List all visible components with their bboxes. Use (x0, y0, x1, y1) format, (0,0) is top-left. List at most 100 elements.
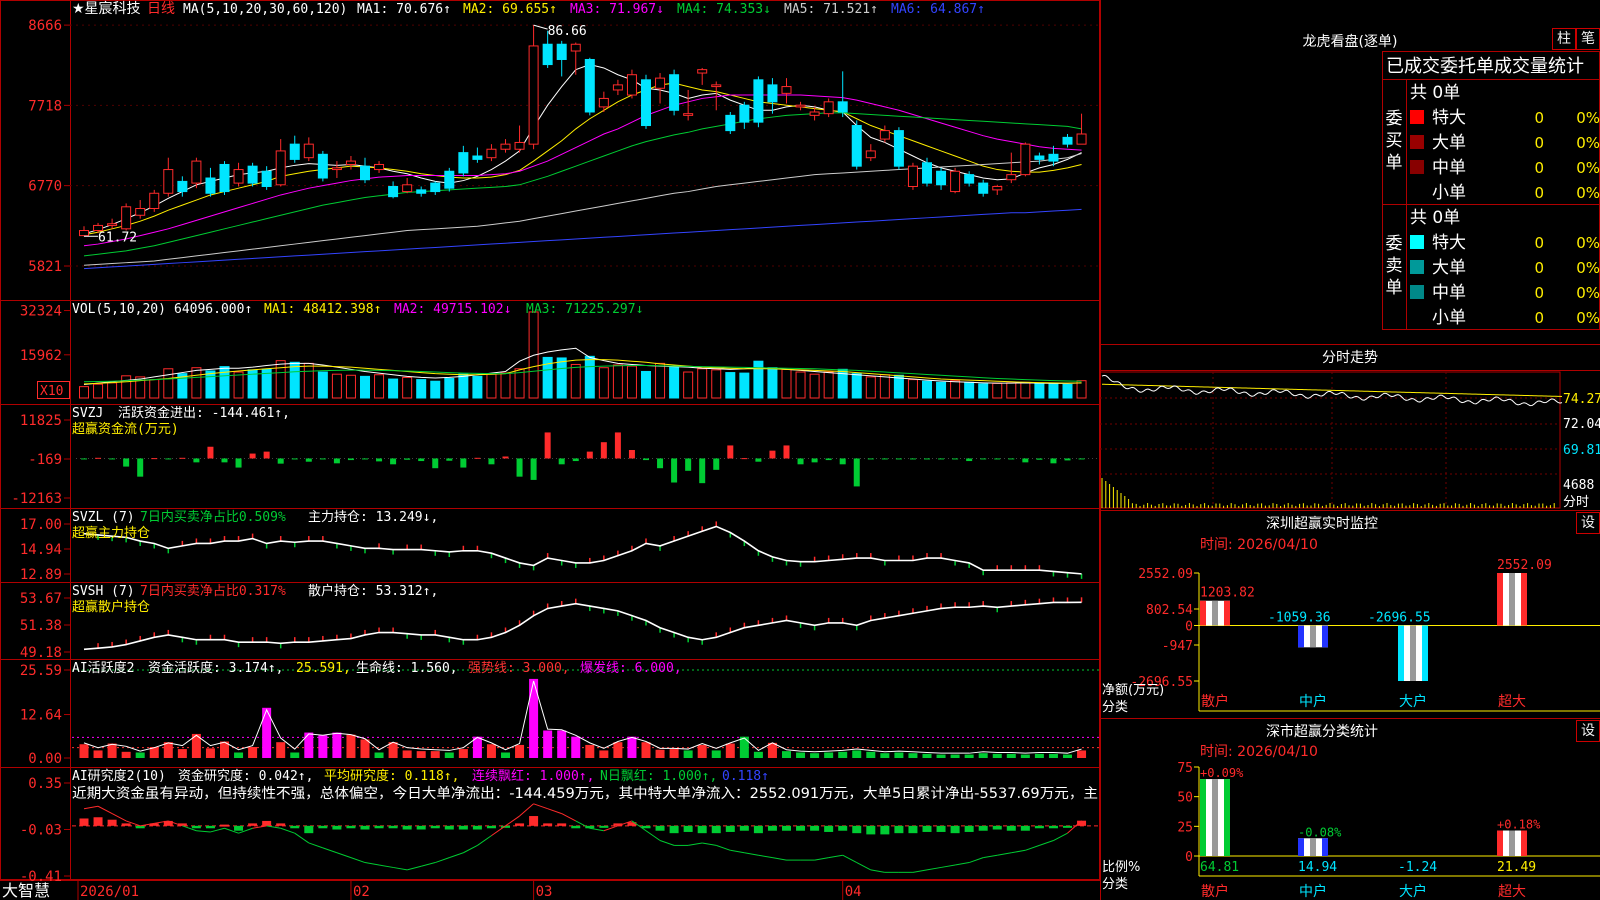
ai-activity-bar[interactable] (908, 753, 918, 758)
ai-activity-bar[interactable] (978, 753, 988, 758)
ai-research-bar[interactable] (992, 825, 1002, 830)
candle[interactable] (753, 76, 764, 128)
volume-bar[interactable] (345, 374, 356, 399)
svzj-bar[interactable] (741, 458, 748, 460)
candle[interactable] (472, 147, 483, 163)
sz-category-bar[interactable] (1200, 779, 1230, 856)
candle[interactable] (922, 157, 932, 187)
volume-bar[interactable] (317, 371, 328, 399)
ai-activity-bar[interactable] (782, 751, 791, 758)
svzj-bar[interactable] (867, 458, 874, 460)
svzj-bar[interactable] (895, 458, 902, 460)
candle[interactable] (893, 127, 904, 170)
ai-activity-bar[interactable] (796, 752, 806, 758)
volume-bar[interactable] (500, 372, 511, 399)
candle[interactable] (458, 145, 469, 177)
ai-activity-bar[interactable] (332, 732, 342, 758)
sz-category-bar[interactable] (1497, 830, 1527, 856)
ai-activity-bar[interactable] (922, 753, 932, 758)
volume-bar[interactable] (879, 374, 890, 399)
ai-activity-bar[interactable] (683, 750, 693, 758)
volume-bar[interactable] (1034, 382, 1045, 399)
svzj-bar[interactable] (839, 458, 846, 465)
ai-research-bar[interactable] (1034, 825, 1044, 829)
volume-bar[interactable] (233, 371, 244, 399)
volume-bar[interactable] (865, 376, 876, 399)
candle[interactable] (163, 157, 174, 197)
ai-activity-bar[interactable] (711, 750, 721, 758)
volume-bar[interactable] (936, 381, 947, 399)
volume-bar[interactable] (823, 371, 834, 399)
svzj-bar[interactable] (1022, 458, 1029, 463)
candle[interactable] (1006, 152, 1017, 184)
svzj-bar[interactable] (1078, 458, 1085, 460)
volume-bar[interactable] (992, 382, 1003, 399)
svzj-bar[interactable] (952, 458, 959, 460)
ai-activity-bar[interactable] (346, 734, 356, 758)
ai-activity-bar[interactable] (444, 752, 454, 758)
candle[interactable] (584, 57, 595, 116)
volume-bar[interactable] (795, 371, 806, 399)
svzj-bar[interactable] (643, 458, 649, 461)
sz-monitor-bar[interactable] (1398, 625, 1428, 681)
svzj-bar[interactable] (1036, 458, 1043, 460)
volume-bar[interactable] (598, 367, 609, 399)
ai-activity-bar[interactable] (205, 748, 215, 758)
bar-view-button[interactable]: 柱 (1552, 28, 1576, 50)
ai-research-bar[interactable] (711, 825, 721, 834)
ai-research-bar[interactable] (824, 825, 834, 832)
candle[interactable] (781, 78, 792, 104)
candle[interactable] (205, 167, 216, 197)
ai-research-bar[interactable] (135, 825, 145, 829)
svzj-bar[interactable] (502, 456, 509, 459)
volume-bar[interactable] (191, 367, 202, 399)
ai-activity-bar[interactable] (894, 752, 904, 758)
candle[interactable] (1020, 142, 1031, 177)
ai-activity-bar[interactable] (824, 752, 834, 758)
svzj-bar[interactable] (853, 458, 860, 487)
volume-bar[interactable] (331, 373, 342, 399)
svzj-bar[interactable] (446, 458, 453, 461)
ai-activity-bar[interactable] (1063, 754, 1072, 758)
sz-category-settings-button[interactable]: 设 (1576, 720, 1600, 742)
ai-activity-bar[interactable] (177, 749, 187, 758)
svzj-bar[interactable] (572, 458, 579, 462)
svzj-bar[interactable] (235, 458, 242, 468)
svzj-bar[interactable] (685, 458, 692, 471)
candle[interactable] (683, 89, 694, 121)
ai-activity-bar[interactable] (767, 742, 777, 758)
ai-activity-bar[interactable] (360, 739, 370, 758)
stock-name[interactable]: ★星宸科技 (72, 0, 141, 17)
ai-research-bar[interactable] (458, 825, 468, 830)
volume-bar[interactable] (402, 376, 413, 399)
svzj-bar[interactable] (713, 458, 720, 470)
ai-research-bar[interactable] (866, 825, 876, 835)
ai-activity-bar[interactable] (725, 743, 735, 758)
svzj-bar[interactable] (390, 458, 397, 465)
svzj-bar[interactable] (1008, 458, 1015, 460)
svzj-bar[interactable] (600, 442, 607, 459)
ai-activity-bar[interactable] (276, 742, 286, 758)
candle[interactable] (331, 161, 342, 179)
ai-activity-bar[interactable] (950, 754, 960, 758)
candle[interactable] (514, 125, 525, 153)
ai-activity-bar[interactable] (739, 736, 749, 758)
candle[interactable] (936, 167, 947, 190)
ai-activity-bar[interactable] (543, 730, 553, 758)
candle[interactable] (950, 167, 961, 194)
ai-research-bar[interactable] (908, 825, 918, 834)
volume-bar[interactable] (950, 380, 961, 399)
ai-research-bar[interactable] (430, 825, 440, 829)
svzj-bar[interactable] (727, 445, 734, 459)
svzj-bar[interactable] (881, 458, 888, 460)
candle[interactable] (641, 74, 651, 129)
volume-bar[interactable] (781, 368, 792, 399)
volume-bar[interactable] (458, 373, 469, 399)
candle[interactable] (655, 73, 666, 104)
ai-research-bar[interactable] (486, 825, 496, 829)
ai-activity-bar[interactable] (1020, 754, 1030, 758)
svzj-bar[interactable] (980, 458, 987, 460)
ai-research-bar[interactable] (276, 823, 286, 826)
svzj-bar[interactable] (516, 458, 523, 477)
ai-activity-bar[interactable] (866, 751, 876, 758)
